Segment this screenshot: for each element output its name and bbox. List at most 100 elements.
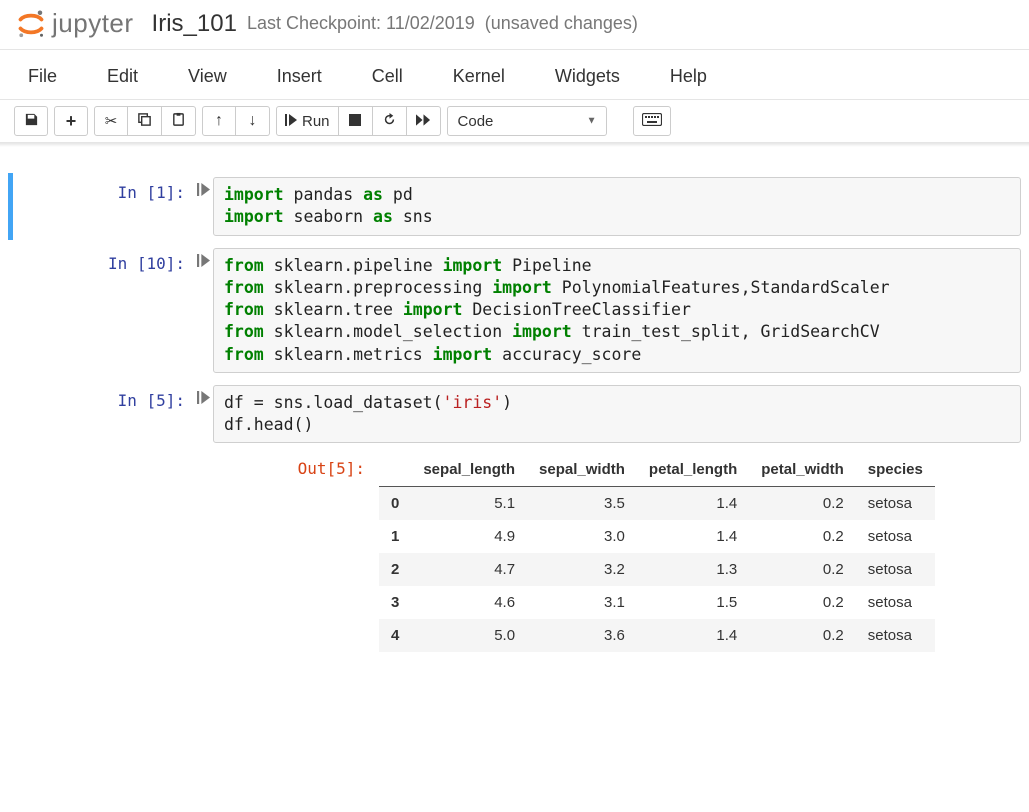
- table-cell: setosa: [856, 520, 935, 553]
- table-cell: 5.1: [411, 487, 527, 521]
- table-cell: 0.2: [749, 619, 856, 652]
- table-cell: 3.5: [527, 487, 637, 521]
- stop-icon: [349, 113, 361, 130]
- input-area[interactable]: from sklearn.pipeline import Pipeline fr…: [213, 248, 1021, 373]
- code-cell[interactable]: In [10]:from sklearn.pipeline import Pip…: [8, 244, 1021, 377]
- restart-and-run-all-button[interactable]: [407, 106, 441, 136]
- header: jupyter Iris_101 Last Checkpoint: 11/02/…: [0, 0, 1029, 50]
- output-area: sepal_lengthsepal_widthpetal_lengthpetal…: [373, 453, 1021, 652]
- table-header: species: [856, 453, 935, 487]
- command-palette-button[interactable]: [633, 106, 671, 136]
- dataframe-table: sepal_lengthsepal_widthpetal_lengthpetal…: [379, 453, 935, 652]
- run-icon: [197, 183, 210, 236]
- table-cell: setosa: [856, 619, 935, 652]
- table-row: 34.63.11.50.2setosa: [379, 586, 935, 619]
- table-header: petal_length: [637, 453, 749, 487]
- save-icon: [24, 112, 39, 131]
- run-this-cell-button[interactable]: [193, 385, 213, 653]
- output-row: Out[5]:sepal_lengthsepal_widthpetal_leng…: [213, 453, 1021, 652]
- run-button-label: Run: [302, 113, 330, 130]
- table-cell: 1.5: [637, 586, 749, 619]
- restart-icon: [382, 112, 397, 131]
- arrow-down-icon: ↓: [249, 112, 257, 130]
- interrupt-kernel-button[interactable]: [339, 106, 373, 136]
- cell-body: import pandas as pd import seaborn as sn…: [213, 177, 1021, 236]
- row-index: 4: [379, 619, 411, 652]
- table-header: petal_width: [749, 453, 856, 487]
- cut-cell-button[interactable]: ✂: [94, 106, 128, 136]
- table-header: sepal_width: [527, 453, 637, 487]
- code-editor[interactable]: df = sns.load_dataset('iris') df.head(): [224, 392, 1010, 437]
- table-cell: 0.2: [749, 553, 856, 586]
- code-cell[interactable]: In [1]: import pandas as pd import seabor…: [8, 173, 1021, 240]
- toolbar: + ✂ ↑ ↓ Run: [0, 100, 1029, 143]
- notebook-container: In [1]: import pandas as pd import seabor…: [0, 147, 1029, 680]
- menubar: File Edit View Insert Cell Kernel Widgets Help: [0, 50, 1029, 100]
- jupyter-logo-icon: [16, 9, 46, 39]
- table-cell: setosa: [856, 487, 935, 521]
- run-this-cell-button[interactable]: [193, 177, 213, 236]
- table-cell: 1.4: [637, 619, 749, 652]
- copy-icon: [137, 112, 152, 131]
- move-cell-down-button[interactable]: ↓: [236, 106, 270, 136]
- save-button[interactable]: [14, 106, 48, 136]
- cell-type-select-wrap: Code ▼: [447, 106, 607, 136]
- input-prompt: In [1]:: [13, 177, 193, 236]
- move-cell-up-button[interactable]: ↑: [202, 106, 236, 136]
- table-cell: 0.2: [749, 586, 856, 619]
- table-row: 24.73.21.30.2setosa: [379, 553, 935, 586]
- table-header: sepal_length: [411, 453, 527, 487]
- copy-cell-button[interactable]: [128, 106, 162, 136]
- table-row: 45.03.61.40.2setosa: [379, 619, 935, 652]
- table-cell: 3.0: [527, 520, 637, 553]
- autosave-status: (unsaved changes): [485, 13, 638, 34]
- table-cell: 1.4: [637, 487, 749, 521]
- code-editor[interactable]: import pandas as pd import seaborn as sn…: [224, 184, 1010, 229]
- menu-cell[interactable]: Cell: [364, 60, 411, 93]
- run-icon: [197, 254, 210, 373]
- fast-forward-icon: [416, 113, 431, 130]
- menu-file[interactable]: File: [20, 60, 65, 93]
- paste-cell-button[interactable]: [162, 106, 196, 136]
- code-cell[interactable]: In [5]:df = sns.load_dataset('iris') df.…: [8, 381, 1021, 657]
- menu-kernel[interactable]: Kernel: [445, 60, 513, 93]
- menu-edit[interactable]: Edit: [99, 60, 146, 93]
- scissors-icon: ✂: [105, 112, 118, 130]
- table-cell: 5.0: [411, 619, 527, 652]
- table-cell: 3.1: [527, 586, 637, 619]
- cell-body: from sklearn.pipeline import Pipeline fr…: [213, 248, 1021, 373]
- table-cell: 0.2: [749, 520, 856, 553]
- notebook-name[interactable]: Iris_101: [152, 10, 237, 38]
- table-cell: 0.2: [749, 487, 856, 521]
- restart-kernel-button[interactable]: [373, 106, 407, 136]
- menu-view[interactable]: View: [180, 60, 235, 93]
- table-cell: setosa: [856, 553, 935, 586]
- table-cell: 4.9: [411, 520, 527, 553]
- run-cell-button[interactable]: Run: [276, 106, 339, 136]
- menu-widgets[interactable]: Widgets: [547, 60, 628, 93]
- input-area[interactable]: df = sns.load_dataset('iris') df.head(): [213, 385, 1021, 444]
- checkpoint-text: Last Checkpoint: 11/02/2019: [247, 13, 475, 34]
- menu-insert[interactable]: Insert: [269, 60, 330, 93]
- table-cell: 3.2: [527, 553, 637, 586]
- code-editor[interactable]: from sklearn.pipeline import Pipeline fr…: [224, 255, 1010, 366]
- table-cell: 3.6: [527, 619, 637, 652]
- menu-help[interactable]: Help: [662, 60, 715, 93]
- table-cell: setosa: [856, 586, 935, 619]
- cell-body: df = sns.load_dataset('iris') df.head() O…: [213, 385, 1021, 653]
- row-index: 3: [379, 586, 411, 619]
- cell-type-select[interactable]: Code: [447, 106, 607, 136]
- run-icon: [197, 391, 210, 653]
- run-this-cell-button[interactable]: [193, 248, 213, 373]
- jupyter-logo-text: jupyter: [52, 8, 134, 39]
- row-index: 1: [379, 520, 411, 553]
- run-icon: [285, 113, 297, 130]
- input-area[interactable]: import pandas as pd import seaborn as sn…: [213, 177, 1021, 236]
- table-row: 05.13.51.40.2setosa: [379, 487, 935, 521]
- insert-cell-below-button[interactable]: +: [54, 106, 88, 136]
- plus-icon: +: [66, 111, 77, 132]
- table-header: [379, 453, 411, 487]
- jupyter-logo[interactable]: jupyter: [16, 8, 134, 39]
- table-cell: 4.6: [411, 586, 527, 619]
- arrow-up-icon: ↑: [215, 112, 223, 130]
